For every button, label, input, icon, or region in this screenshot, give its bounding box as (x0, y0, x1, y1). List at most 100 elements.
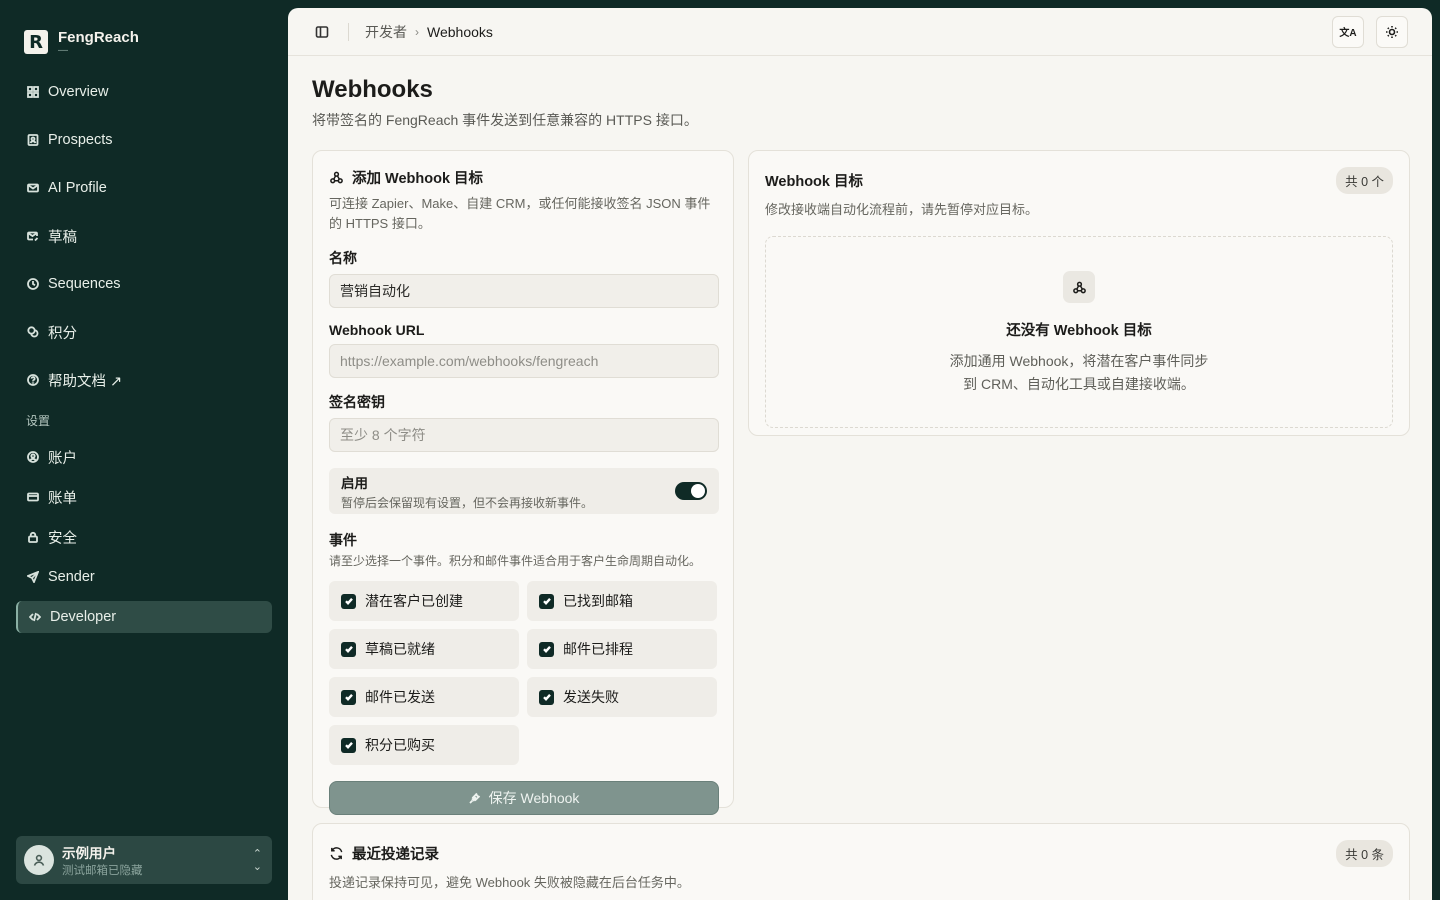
mail-icon (26, 181, 40, 195)
enable-toggle[interactable] (675, 482, 707, 500)
divider (348, 22, 349, 41)
sidebar-item-label: 帮助文档 ↗ (48, 373, 123, 390)
card-header: 添加 Webhook 目标 (329, 167, 717, 188)
sidebar-toggle-button[interactable] (312, 22, 332, 42)
sidebar-item-label: 安全 (48, 530, 77, 547)
main: 开发者 › Webhooks 文A Webhooks 将带签名的 FengRea… (288, 0, 1440, 900)
delivery-log-card: 最近投递记录 共 0 条 投递记录保持可见，避免 Webhook 失败被隐藏在后… (312, 823, 1410, 900)
card-header: Webhook 目标 共 0 个 (765, 167, 1393, 194)
translate-icon: 文A (1339, 28, 1357, 39)
sidebar: R FengReach — Overview Prospects AI Prof… (0, 0, 288, 900)
enable-row: 启用 暂停后会保留现有设置，但不会再接收新事件。 (329, 468, 719, 514)
card-header: 最近投递记录 共 0 条 (329, 840, 1393, 867)
sidebar-item-drafts[interactable]: 草稿 (16, 220, 272, 252)
count-badge: 共 0 个 (1336, 167, 1393, 194)
enable-description: 暂停后会保留现有设置，但不会再接收新事件。 (341, 495, 594, 510)
secret-label: 签名密钥 (329, 394, 385, 410)
checkbox-checked-icon[interactable] (341, 593, 356, 609)
breadcrumb-parent[interactable]: 开发者 (365, 22, 407, 42)
empty-state: 还没有 Webhook 目标 添加通用 Webhook，将潜在客户事件同步到 C… (765, 236, 1393, 428)
sidebar-item-label: 账单 (48, 490, 77, 507)
sidebar-item-label: Overview (48, 84, 109, 100)
checkbox-checked-icon[interactable] (539, 593, 554, 609)
card-description: 投递记录保持可见，避免 Webhook 失败被隐藏在后台任务中。 (329, 875, 690, 890)
event-email-scheduled[interactable]: 邮件已排程 (527, 629, 717, 669)
theme-toggle-button[interactable] (1376, 15, 1408, 48)
content: Webhooks 将带签名的 FengReach 事件发送到任意兼容的 HTTP… (288, 56, 1432, 828)
event-draft-ready[interactable]: 草稿已就绪 (329, 629, 519, 669)
sidebar-item-ai-profile[interactable]: AI Profile (16, 172, 272, 204)
settings-section-label: 设置 (26, 414, 51, 428)
lock-icon (26, 530, 40, 544)
event-credits-purchased[interactable]: 积分已购买 (329, 725, 519, 765)
event-label: 草稿已就绪 (365, 641, 435, 657)
sidebar-item-credits[interactable]: 积分 (16, 316, 272, 348)
checkbox-checked-icon[interactable] (539, 689, 554, 705)
sidebar-item-overview[interactable]: Overview (16, 76, 272, 108)
webhook-url-input[interactable] (329, 344, 719, 378)
sidebar-item-sequences[interactable]: Sequences (16, 268, 272, 300)
user-menu[interactable]: 示例用户 测试邮箱已隐藏 ⌃ ⌄ (16, 836, 272, 884)
brand-sub: — (58, 44, 68, 56)
page-description: 将带签名的 FengReach 事件发送到任意兼容的 HTTPS 接口。 (312, 112, 698, 128)
card-description: 修改接收端自动化流程前，请先暂停对应目标。 (765, 202, 1039, 217)
event-email-sent[interactable]: 邮件已发送 (329, 677, 519, 717)
checkbox-checked-icon[interactable] (341, 641, 356, 657)
sidebar-item-developer[interactable]: Developer (16, 601, 272, 633)
coins-icon (26, 325, 40, 339)
plug-icon (468, 792, 480, 804)
event-label: 邮件已发送 (365, 689, 435, 705)
checkbox-checked-icon[interactable] (341, 689, 356, 705)
main-nav: Overview Prospects AI Profile 草稿 Sequenc… (16, 76, 272, 396)
count-badge: 共 0 条 (1336, 840, 1393, 867)
contact-icon (26, 133, 40, 147)
topbar-actions: 文A (1332, 15, 1408, 48)
save-webhook-button[interactable]: 保存 Webhook (329, 781, 719, 815)
send-icon (26, 570, 40, 584)
events-title: 事件 (329, 532, 357, 548)
sidebar-item-prospects[interactable]: Prospects (16, 124, 272, 156)
event-label: 积分已购买 (365, 737, 435, 753)
sidebar-item-label: Sequences (48, 276, 121, 292)
sidebar-item-billing[interactable]: 账单 (16, 481, 272, 513)
sidebar-item-sender[interactable]: Sender (16, 561, 272, 593)
user-email: 测试邮箱已隐藏 (62, 865, 143, 877)
signing-secret-input[interactable] (329, 418, 719, 452)
event-send-failed[interactable]: 发送失败 (527, 677, 717, 717)
name-label: 名称 (329, 250, 357, 266)
sidebar-item-label: Sender (48, 569, 95, 585)
card-icon (26, 490, 40, 504)
event-label: 发送失败 (563, 689, 619, 705)
webhook-icon (330, 171, 343, 184)
help-icon (26, 373, 40, 387)
panel-left-icon (315, 25, 329, 38)
topbar: 开发者 › Webhooks 文A (288, 8, 1432, 56)
add-webhook-card: 添加 Webhook 目标 可连接 Zapier、Make、自建 CRM，或任何… (312, 150, 734, 815)
page-title: Webhooks (312, 76, 433, 103)
language-button[interactable]: 文A (1332, 15, 1364, 48)
name-input[interactable] (329, 274, 719, 308)
brand-logo: R (24, 30, 48, 54)
checkbox-checked-icon[interactable] (341, 737, 356, 753)
brand[interactable]: R FengReach — (16, 16, 272, 64)
cards-grid: 添加 Webhook 目标 可连接 Zapier、Make、自建 CRM，或任何… (312, 150, 1410, 815)
sidebar-item-help-docs[interactable]: 帮助文档 ↗ (16, 364, 272, 396)
url-label: Webhook URL (329, 322, 425, 338)
refresh-icon (330, 847, 343, 860)
sidebar-item-label: 积分 (48, 325, 77, 342)
empty-state-description: 添加通用 Webhook，将潜在客户事件同步到 CRM、自动化工具或自建接收端。 (949, 353, 1209, 392)
sidebar-item-label: 草稿 (48, 229, 77, 246)
card-title: 最近投递记录 (352, 847, 439, 863)
sidebar-item-account[interactable]: 账户 (16, 441, 272, 473)
event-email-found[interactable]: 已找到邮箱 (527, 581, 717, 621)
chevrons-up-down-icon: ⌃ ⌄ (252, 848, 262, 873)
card-title: 添加 Webhook 目标 (352, 171, 484, 187)
grid-icon (26, 85, 40, 99)
card-title: Webhook 目标 (765, 174, 864, 190)
webhook-targets-card: Webhook 目标 共 0 个 修改接收端自动化流程前，请先暂停对应目标。 还… (748, 150, 1410, 436)
brand-name: FengReach (58, 28, 139, 46)
sidebar-item-security[interactable]: 安全 (16, 521, 272, 553)
event-prospect-created[interactable]: 潜在客户已创建 (329, 581, 519, 621)
sun-icon (1386, 25, 1398, 38)
checkbox-checked-icon[interactable] (539, 641, 554, 657)
